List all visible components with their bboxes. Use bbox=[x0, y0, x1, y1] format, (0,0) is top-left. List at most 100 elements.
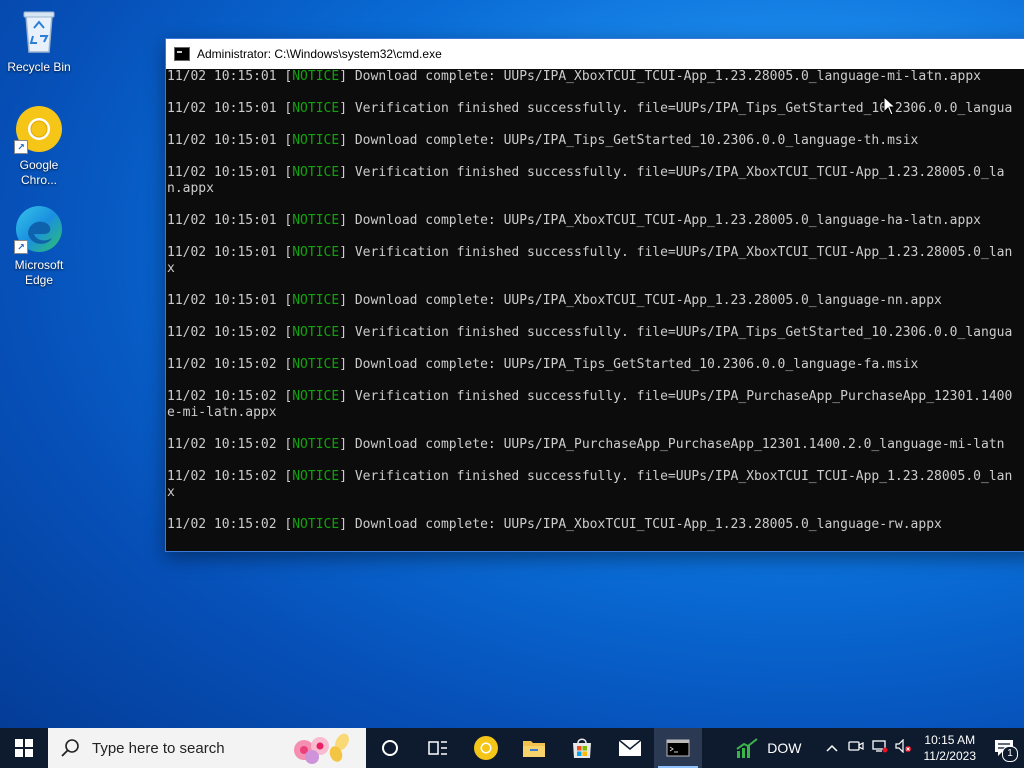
clock-time: 10:15 AM bbox=[924, 733, 976, 747]
console-notice-tag: NOTICE bbox=[292, 101, 340, 116]
console-timestamp: 11/02 10:15:01 bbox=[167, 133, 277, 148]
taskbar-cmd[interactable] bbox=[654, 728, 702, 768]
window-titlebar[interactable]: Administrator: C:\Windows\system32\cmd.e… bbox=[166, 39, 1024, 69]
console-line: 11/02 10:15:01 [NOTICE] Download complet… bbox=[167, 133, 919, 148]
cortana-circle-icon bbox=[382, 740, 398, 756]
taskbar-mail[interactable] bbox=[606, 728, 654, 768]
console-line: n.appx bbox=[167, 181, 1024, 197]
console-message: n.appx bbox=[167, 181, 214, 196]
desktop-icon-chrome[interactable]: ↗ Google Chro... bbox=[2, 104, 76, 188]
console-timestamp: 11/02 10:15:01 bbox=[167, 245, 277, 260]
taskbar-search[interactable]: Type here to search bbox=[48, 728, 366, 768]
console-line: 11/02 10:15:02 [NOTICE] Download complet… bbox=[167, 357, 919, 372]
console-message: x bbox=[167, 485, 175, 500]
console-timestamp: 11/02 10:15:01 bbox=[167, 293, 277, 308]
stock-chart-icon bbox=[736, 738, 758, 758]
tray-meet-button[interactable] bbox=[844, 739, 868, 758]
console-line: 11/02 10:15:01 [NOTICE] Verification fin… bbox=[167, 165, 1005, 180]
console-message: Download complete: UUPs/IPA_XboxTCUI_TCU… bbox=[354, 517, 942, 532]
taskbar-file-explorer[interactable] bbox=[510, 728, 558, 768]
taskbar-chrome[interactable] bbox=[462, 728, 510, 768]
console-timestamp: 11/02 10:15:02 bbox=[167, 389, 277, 404]
console-message: Verification finished successfully. file… bbox=[354, 245, 1013, 260]
console-notice-tag: NOTICE bbox=[292, 165, 340, 180]
cortana-button[interactable] bbox=[366, 728, 414, 768]
taskbar-store[interactable] bbox=[558, 728, 606, 768]
console-message: Download complete: UUPs/IPA_XboxTCUI_TCU… bbox=[354, 213, 981, 228]
desktop-icon-edge[interactable]: ↗ Microsoft Edge bbox=[2, 204, 76, 288]
stock-label: DOW bbox=[767, 740, 802, 756]
mail-icon bbox=[618, 739, 642, 756]
console-notice-tag: NOTICE bbox=[292, 69, 340, 84]
console-notice-tag: NOTICE bbox=[292, 469, 340, 484]
tray-overflow-button[interactable] bbox=[820, 739, 844, 757]
console-message: Download complete: UUPs/IPA_XboxTCUI_TCU… bbox=[354, 69, 981, 84]
system-tray: DOW 10:15 AM 11/2/2023 1 bbox=[735, 728, 1024, 768]
console-message: Verification finished successfully. file… bbox=[354, 165, 1005, 180]
window-title: Administrator: C:\Windows\system32\cmd.e… bbox=[197, 47, 442, 61]
taskbar: Type here to search DOW 10:15 AM 11/2/20… bbox=[0, 728, 1024, 768]
shortcut-arrow-icon: ↗ bbox=[14, 240, 28, 254]
notification-count-badge: 1 bbox=[1002, 746, 1018, 762]
console-message: e-mi-latn.appx bbox=[167, 405, 277, 420]
console-line: 11/02 10:15:01 [NOTICE] Download complet… bbox=[167, 213, 981, 228]
console-line: 11/02 10:15:02 [NOTICE] Verification fin… bbox=[167, 469, 1013, 484]
console-message: Download complete: UUPs/IPA_PurchaseApp_… bbox=[354, 437, 1005, 452]
console-timestamp: 11/02 10:15:01 bbox=[167, 213, 277, 228]
search-highlight-flowers-icon bbox=[294, 733, 349, 764]
clock-date: 11/2/2023 bbox=[923, 749, 977, 763]
taskbar-clock[interactable]: 10:15 AM 11/2/2023 bbox=[916, 732, 985, 764]
folder-icon bbox=[523, 741, 545, 757]
desktop-icon-recycle-bin[interactable]: Recycle Bin bbox=[2, 6, 76, 75]
console-notice-tag: NOTICE bbox=[292, 213, 340, 228]
console-line: 11/02 10:15:02 [NOTICE] Verification fin… bbox=[167, 325, 1013, 340]
windows-logo-icon bbox=[15, 739, 33, 757]
recycle-bin-icon bbox=[14, 6, 64, 56]
tray-volume-button[interactable] bbox=[892, 738, 916, 758]
search-placeholder: Type here to search bbox=[92, 739, 225, 757]
console-timestamp: 11/02 10:15:02 bbox=[167, 517, 277, 532]
stock-widget[interactable]: DOW bbox=[735, 737, 802, 759]
cmd-icon bbox=[174, 47, 190, 61]
desktop-icon-label: Google Chro... bbox=[19, 158, 59, 187]
console-message: Download complete: UUPs/IPA_XboxTCUI_TCU… bbox=[354, 293, 942, 308]
mouse-pointer-icon bbox=[883, 95, 897, 121]
console-line: x bbox=[167, 261, 1024, 277]
shortcut-arrow-icon: ↗ bbox=[14, 140, 28, 154]
console-notice-tag: NOTICE bbox=[292, 389, 340, 404]
chevron-up-icon bbox=[825, 744, 838, 752]
console-notice-tag: NOTICE bbox=[292, 133, 340, 148]
start-button[interactable] bbox=[0, 728, 48, 768]
console-timestamp: 11/02 10:15:02 bbox=[167, 469, 277, 484]
console-timestamp: 11/02 10:15:02 bbox=[167, 437, 277, 452]
network-icon bbox=[871, 739, 887, 752]
notification-center-button[interactable]: 1 bbox=[984, 728, 1024, 768]
chrome-icon: ↗ bbox=[14, 104, 64, 154]
cmd-icon bbox=[666, 739, 690, 757]
search-icon bbox=[61, 739, 79, 757]
console-line: 11/02 10:15:02 [NOTICE] Verification fin… bbox=[167, 389, 1013, 404]
edge-icon: ↗ bbox=[14, 204, 64, 254]
console-message: Verification finished successfully. file… bbox=[354, 389, 1013, 404]
console-line: x bbox=[167, 485, 1024, 501]
desktop-icon-label: Recycle Bin bbox=[7, 60, 71, 74]
console-notice-tag: NOTICE bbox=[292, 245, 340, 260]
console-notice-tag: NOTICE bbox=[292, 325, 340, 340]
console-output[interactable]: 11/02 10:15:01 [NOTICE] Download complet… bbox=[166, 69, 1024, 549]
task-view-button[interactable] bbox=[414, 728, 462, 768]
task-view-icon bbox=[428, 741, 447, 755]
desktop-icon-label: Microsoft Edge bbox=[14, 258, 64, 287]
store-bag-icon bbox=[573, 738, 591, 758]
console-timestamp: 11/02 10:15:01 bbox=[167, 69, 277, 84]
console-message: Download complete: UUPs/IPA_Tips_GetStar… bbox=[354, 133, 919, 148]
console-message: Verification finished successfully. file… bbox=[354, 469, 1013, 484]
tray-network-button[interactable] bbox=[868, 739, 892, 758]
